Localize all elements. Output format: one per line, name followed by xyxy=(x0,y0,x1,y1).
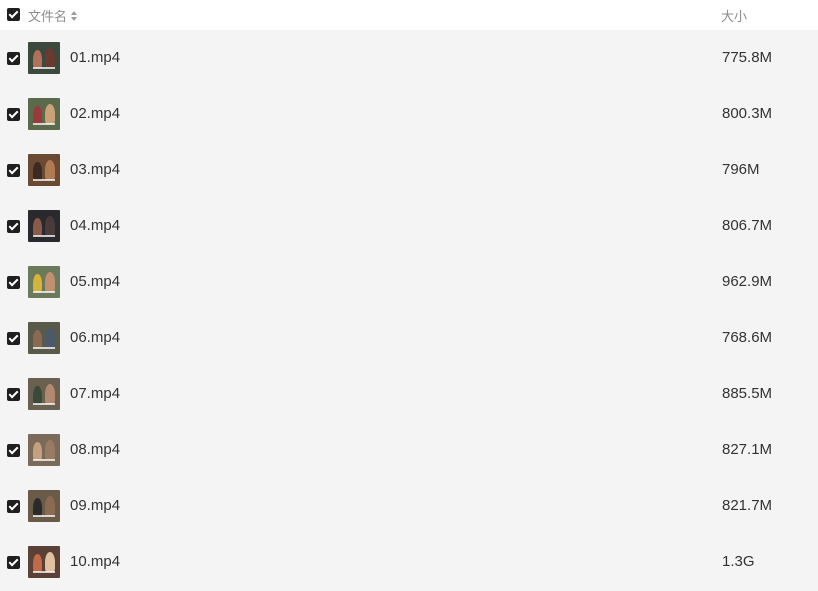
file-checkbox[interactable] xyxy=(7,276,20,289)
file-name[interactable]: 04.mp4 xyxy=(70,217,120,234)
file-row[interactable]: 02.mp4 800.3M xyxy=(0,86,818,142)
file-checkbox[interactable] xyxy=(7,388,20,401)
file-size: 796M xyxy=(722,161,760,178)
file-row[interactable]: 05.mp4 962.9M xyxy=(0,254,818,310)
file-size: 1.3G xyxy=(722,553,755,570)
file-row[interactable]: 04.mp4 806.7M xyxy=(0,198,818,254)
size-column-header: 大小 xyxy=(721,9,748,24)
file-size: 827.1M xyxy=(722,441,773,458)
file-name[interactable]: 08.mp4 xyxy=(70,441,120,458)
file-checkbox[interactable] xyxy=(7,52,20,65)
video-thumbnail[interactable] xyxy=(28,322,60,354)
file-checkbox[interactable] xyxy=(7,332,20,345)
name-column-label: 文件名 xyxy=(28,9,68,24)
file-checkbox[interactable] xyxy=(7,500,20,513)
file-size: 962.9M xyxy=(722,273,773,290)
select-all-checkbox[interactable] xyxy=(7,8,20,21)
file-size: 800.3M xyxy=(722,105,773,122)
video-thumbnail[interactable] xyxy=(28,490,60,522)
file-name[interactable]: 03.mp4 xyxy=(70,161,120,178)
file-name[interactable]: 09.mp4 xyxy=(70,497,120,514)
file-row[interactable]: 03.mp4 796M xyxy=(0,142,818,198)
file-checkbox[interactable] xyxy=(7,220,20,233)
file-size: 821.7M xyxy=(722,497,773,514)
file-checkbox[interactable] xyxy=(7,556,20,569)
name-column-header[interactable]: 文件名 xyxy=(28,6,78,25)
file-row[interactable]: 10.mp4 1.3G xyxy=(0,534,818,590)
file-name[interactable]: 05.mp4 xyxy=(70,273,120,290)
video-thumbnail[interactable] xyxy=(28,210,60,242)
video-thumbnail[interactable] xyxy=(28,266,60,298)
file-checkbox[interactable] xyxy=(7,108,20,121)
file-name[interactable]: 01.mp4 xyxy=(70,49,120,66)
video-thumbnail[interactable] xyxy=(28,378,60,410)
file-rows: 01.mp4 775.8M 02.mp4 800.3M 03.mp4 796M 04.mp4… xyxy=(0,30,818,591)
file-checkbox[interactable] xyxy=(7,444,20,457)
video-thumbnail[interactable] xyxy=(28,546,60,578)
file-name[interactable]: 02.mp4 xyxy=(70,105,120,122)
file-row[interactable]: 09.mp4 821.7M xyxy=(0,478,818,534)
file-row[interactable]: 06.mp4 768.6M xyxy=(0,310,818,366)
video-thumbnail[interactable] xyxy=(28,434,60,466)
list-header: 文件名 大小 xyxy=(0,0,818,30)
video-thumbnail[interactable] xyxy=(28,42,60,74)
video-thumbnail[interactable] xyxy=(28,154,60,186)
video-thumbnail[interactable] xyxy=(28,98,60,130)
sort-icon[interactable] xyxy=(71,10,78,22)
file-size: 775.8M xyxy=(722,49,773,66)
file-size: 806.7M xyxy=(722,217,773,234)
file-name[interactable]: 10.mp4 xyxy=(70,553,120,570)
file-size: 885.5M xyxy=(722,385,773,402)
file-row[interactable]: 08.mp4 827.1M xyxy=(0,422,818,478)
file-row[interactable]: 01.mp4 775.8M xyxy=(0,30,818,86)
file-list: 文件名 大小 01.mp4 775.8M 02.mp4 800.3M 03.mp4 796… xyxy=(0,0,818,591)
file-name[interactable]: 07.mp4 xyxy=(70,385,120,402)
file-checkbox[interactable] xyxy=(7,164,20,177)
file-name[interactable]: 06.mp4 xyxy=(70,329,120,346)
file-size: 768.6M xyxy=(722,329,773,346)
file-row[interactable]: 07.mp4 885.5M xyxy=(0,366,818,422)
